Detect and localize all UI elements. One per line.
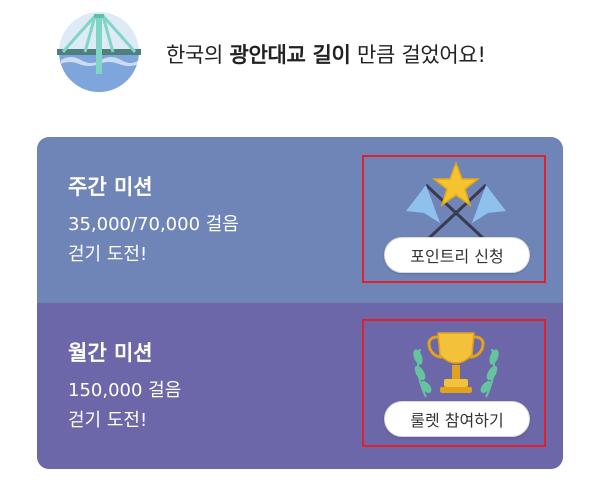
- mission-title: 월간 미션: [68, 341, 153, 365]
- mission-title: 주간 미션: [68, 175, 153, 199]
- mission-card: 주간 미션 35,000/70,000 걸음 걷기 도전! 포인트리 신청 월간…: [37, 137, 563, 469]
- mission-progress: 150,000 걸음: [68, 380, 182, 401]
- trophy-icon: [413, 332, 499, 398]
- mission-progress: 35,000/70,000 걸음: [68, 214, 239, 235]
- bridge-icon: [57, 12, 141, 92]
- achievement-header: 한국의 광안대교 길이 만큼 걸었어요!: [55, 8, 575, 100]
- mission-subtitle: 걷기 도전!: [68, 244, 148, 265]
- monthly-reward-box: 룰렛 참여하기: [362, 319, 546, 447]
- apply-points-button[interactable]: 포인트리 신청: [384, 237, 530, 273]
- flags-star-icon: [406, 161, 506, 241]
- monthly-mission: 월간 미션 150,000 걸음 걷기 도전! 룰렛 참여하기: [37, 303, 563, 469]
- header-message: 한국의 광안대교 길이 만큼 걸었어요!: [166, 43, 486, 67]
- weekly-reward-box: 포인트리 신청: [362, 155, 546, 283]
- mission-subtitle: 걷기 도전!: [68, 410, 148, 431]
- header-highlight: 광안대교 길이: [229, 43, 351, 67]
- weekly-mission: 주간 미션 35,000/70,000 걸음 걷기 도전! 포인트리 신청: [37, 137, 563, 303]
- join-roulette-button[interactable]: 룰렛 참여하기: [384, 401, 530, 437]
